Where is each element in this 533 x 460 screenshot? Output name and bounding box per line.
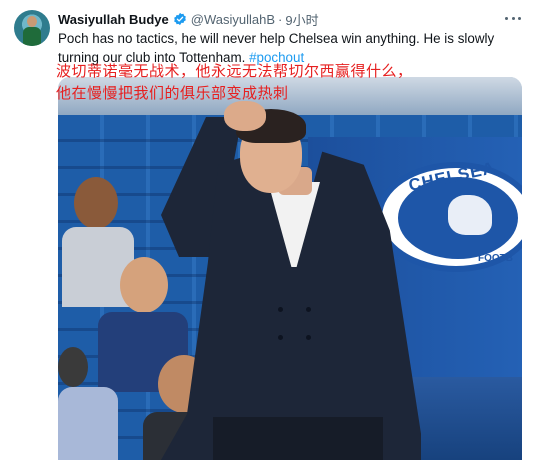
- badge-text-bottom: FOOTB: [478, 253, 513, 264]
- verified-badge-icon: [173, 12, 186, 26]
- translation-line-1: 波切蒂诺毫无战术，他永远无法帮切尔西赢得什么，: [56, 63, 413, 80]
- trousers: [213, 417, 383, 460]
- tweet-header: Wasiyullah Budye @WasiyullahB · 9小时: [58, 10, 319, 28]
- timestamp[interactable]: 9小时: [285, 10, 318, 29]
- author-name[interactable]: Wasiyullah Budye: [58, 12, 169, 27]
- more-dots-icon[interactable]: [505, 12, 521, 24]
- fan-head: [74, 177, 118, 229]
- jacket-buttons: [276, 307, 316, 367]
- avatar[interactable]: [14, 10, 50, 46]
- separator: ·: [278, 11, 283, 27]
- author-handle[interactable]: @WasiyullahB: [191, 12, 275, 27]
- lion-emblem: [448, 195, 492, 235]
- translation-line-2: 他在慢慢把我们的俱乐部变成热刺: [56, 85, 289, 102]
- fan-body: [58, 387, 118, 460]
- tweet-image[interactable]: CHELSEA FOOTB: [58, 77, 522, 460]
- hand-on-head: [224, 101, 266, 131]
- fan-head: [120, 257, 168, 313]
- fan-head: [58, 347, 88, 387]
